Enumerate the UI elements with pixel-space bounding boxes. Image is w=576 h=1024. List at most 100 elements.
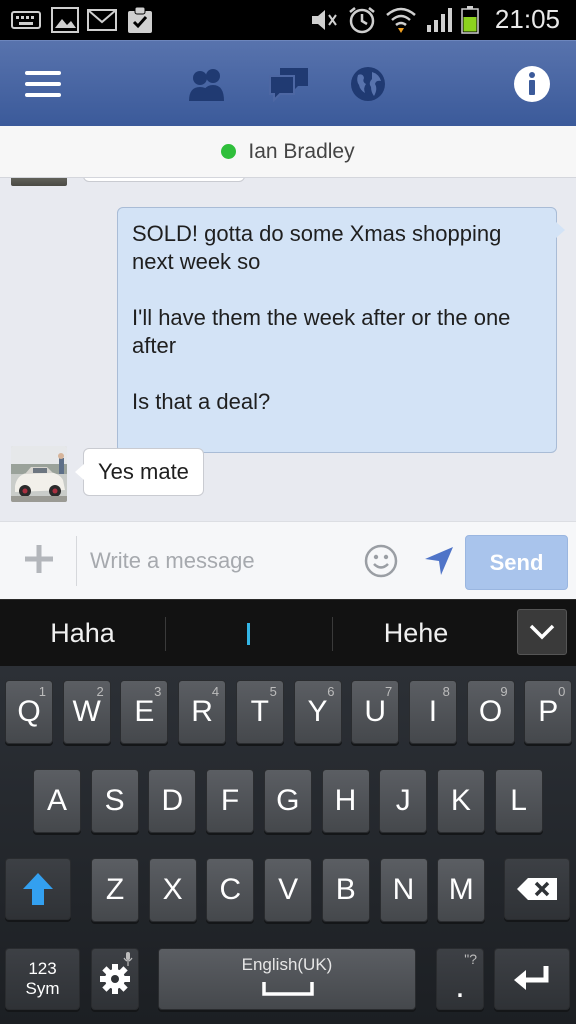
enter-key[interactable]: [494, 948, 570, 1010]
key-label: D: [161, 784, 184, 817]
key-label: U: [364, 695, 387, 728]
key-label: B: [335, 873, 356, 906]
key-number-hint: 6: [327, 684, 335, 699]
emoji-button[interactable]: [364, 544, 398, 578]
key-y[interactable]: Y6: [293, 680, 342, 744]
key-u[interactable]: U7: [351, 680, 400, 744]
contact-avatar[interactable]: [11, 446, 67, 502]
chat-header[interactable]: Ian Bradley: [0, 126, 576, 178]
shift-key[interactable]: [5, 858, 71, 920]
previous-avatar: [11, 178, 67, 186]
key-label: Y: [307, 695, 328, 728]
shift-arrow-icon: [23, 873, 53, 905]
key-w[interactable]: W2: [62, 680, 111, 744]
plus-icon: [25, 545, 53, 573]
key-a[interactable]: A: [33, 769, 81, 833]
notifications-button[interactable]: [345, 61, 391, 107]
period-key-hint: "?: [464, 951, 477, 967]
app-header: [0, 40, 576, 126]
key-f[interactable]: F: [206, 769, 255, 833]
key-label: O: [478, 695, 503, 728]
backspace-key[interactable]: [504, 858, 570, 920]
space-key[interactable]: English(UK): [158, 948, 416, 1010]
text-cursor: [247, 623, 250, 645]
gear-icon: [100, 964, 130, 994]
message-composer: Send: [0, 521, 576, 599]
enter-icon: [514, 966, 549, 990]
location-button[interactable]: [422, 544, 456, 578]
key-l[interactable]: L: [494, 769, 543, 833]
key-m[interactable]: M: [437, 858, 486, 922]
key-number-hint: 3: [154, 684, 162, 699]
key-label: I: [428, 695, 438, 728]
key-b[interactable]: B: [321, 858, 370, 922]
composer-divider: [76, 536, 77, 586]
symbols-key[interactable]: 123 Sym: [5, 948, 80, 1010]
attach-button[interactable]: [22, 542, 56, 576]
suggestion-right[interactable]: Hehe: [333, 600, 499, 667]
info-icon: [514, 66, 550, 102]
key-p[interactable]: P0: [524, 680, 573, 744]
key-o[interactable]: O9: [466, 680, 515, 744]
key-h[interactable]: H: [321, 769, 370, 833]
suggestion-left[interactable]: Haha: [0, 600, 165, 667]
symbols-key-label-1: 123: [28, 959, 57, 978]
key-label: F: [220, 784, 240, 817]
outgoing-message-bubble: SOLD! gotta do some Xmas shopping next w…: [117, 207, 565, 453]
key-v[interactable]: V: [264, 858, 313, 922]
keyboard: Q1W2E3R4T5Y6U7I8O9P0 ASDFGHJKL ZXCVBNM 1…: [0, 666, 576, 1024]
info-button[interactable]: [509, 61, 555, 107]
key-x[interactable]: X: [148, 858, 197, 922]
key-c[interactable]: C: [206, 858, 255, 922]
settings-key[interactable]: [91, 948, 139, 1010]
key-z[interactable]: Z: [91, 858, 139, 922]
key-t[interactable]: T5: [235, 680, 284, 744]
send-button[interactable]: Send: [465, 535, 568, 590]
period-key-label: .: [455, 967, 465, 1005]
key-label: P: [538, 695, 559, 728]
collapse-suggestions-button[interactable]: [517, 609, 567, 655]
key-label: Z: [105, 873, 125, 906]
key-label: E: [134, 695, 155, 728]
contact-name: Ian Bradley: [248, 139, 355, 163]
key-label: X: [162, 873, 183, 906]
key-j[interactable]: J: [379, 769, 428, 833]
key-g[interactable]: G: [263, 769, 312, 833]
period-key[interactable]: "? .: [436, 948, 484, 1010]
key-i[interactable]: I8: [408, 680, 457, 744]
message-input[interactable]: [90, 538, 348, 584]
messages-button[interactable]: [266, 61, 312, 107]
incoming-message-bubble: Yes mate: [75, 448, 204, 496]
chevron-down-icon: [529, 624, 555, 640]
key-s[interactable]: S: [90, 769, 139, 833]
backspace-icon: [517, 878, 557, 900]
menu-button[interactable]: [20, 61, 66, 107]
key-e[interactable]: E3: [120, 680, 169, 744]
key-number-hint: 5: [269, 684, 277, 699]
symbols-key-label-2: Sym: [25, 979, 60, 998]
key-n[interactable]: N: [379, 858, 428, 922]
bubble-tail: [75, 464, 84, 480]
mail-icon: [86, 6, 118, 34]
key-label: V: [278, 873, 299, 906]
incoming-message-text: Yes mate: [98, 459, 189, 484]
key-k[interactable]: K: [436, 769, 485, 833]
bubble-tail: [556, 222, 565, 238]
conversation[interactable]: SOLD! gotta do some Xmas shopping next w…: [0, 178, 576, 521]
key-q[interactable]: Q1: [5, 680, 53, 744]
key-number-hint: 4: [211, 684, 220, 699]
signal-icon: [424, 6, 456, 34]
battery-icon: [458, 6, 482, 34]
key-r[interactable]: R4: [178, 680, 227, 744]
outgoing-message-line: Is that a deal?: [132, 389, 271, 414]
messages-icon: [269, 68, 308, 102]
key-number-hint: 2: [96, 684, 104, 699]
friends-icon: [189, 69, 224, 101]
key-d[interactable]: D: [148, 769, 197, 833]
smiley-icon: [364, 544, 398, 578]
key-label: H: [334, 784, 357, 817]
friend-requests-button[interactable]: [184, 61, 230, 107]
key-label: R: [191, 695, 213, 728]
key-number-hint: 0: [558, 684, 566, 699]
outgoing-message-line: I'll have them the week after or the one…: [132, 305, 511, 358]
